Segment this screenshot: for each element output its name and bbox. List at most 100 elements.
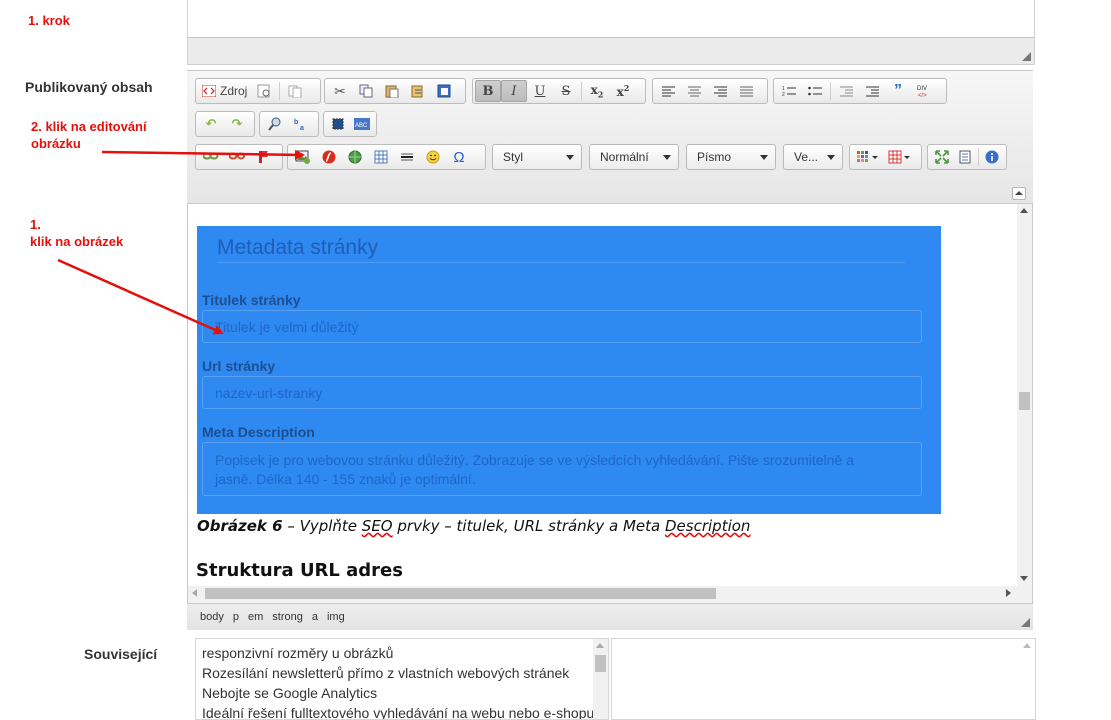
paste-text-button[interactable]	[405, 80, 431, 102]
list-item[interactable]: Nebojte se Google Analytics	[196, 683, 594, 703]
superscript-button[interactable]: x2	[610, 80, 636, 102]
source-button[interactable]: Zdroj	[198, 80, 251, 102]
about-button[interactable]	[981, 146, 1004, 168]
underline-button[interactable]: U	[527, 80, 553, 102]
field2-box: nazev-url-stranky	[202, 376, 922, 409]
vertical-scrollbar[interactable]	[1017, 204, 1032, 586]
format-combo[interactable]: Normální	[589, 144, 679, 170]
toolbar-collapse-button[interactable]	[1012, 187, 1026, 200]
field2-label: Url stránky	[202, 358, 276, 374]
paste-text-icon	[411, 85, 423, 98]
scroll-down-icon[interactable]	[1020, 576, 1028, 581]
text-color-button[interactable]	[852, 146, 884, 168]
spellcheck-button[interactable]: ABC	[350, 113, 374, 135]
cut-button[interactable]: ✂	[327, 80, 353, 102]
caption-text-a: – Vyplňte	[282, 517, 362, 535]
undo-button[interactable]: ↶	[198, 113, 224, 135]
related-scroll-thumb[interactable]	[595, 655, 606, 672]
numbered-list-button[interactable]: 12	[776, 80, 802, 102]
horizontal-rule-icon	[401, 153, 413, 161]
align-right-button[interactable]	[707, 80, 733, 102]
redo-button[interactable]: ↷	[224, 113, 250, 135]
align-justify-button[interactable]	[733, 80, 759, 102]
italic-button[interactable]: I	[501, 80, 527, 102]
previous-editor-area[interactable]	[187, 0, 1035, 38]
chevron-down-icon	[663, 155, 671, 160]
special-char-button[interactable]: Ω	[446, 146, 472, 168]
path-item[interactable]: em	[248, 611, 263, 623]
numbered-list-icon: 12	[782, 86, 796, 97]
path-item[interactable]: strong	[272, 611, 303, 623]
horizontal-scrollbar[interactable]	[188, 586, 1017, 601]
link-button[interactable]	[198, 146, 224, 168]
templates-button[interactable]	[282, 80, 308, 102]
path-item[interactable]: p	[233, 611, 239, 623]
blockquote-button[interactable]: ”	[885, 80, 911, 102]
replace-button[interactable]: ba	[288, 113, 314, 135]
maximize-button[interactable]	[930, 146, 953, 168]
table-menu-button[interactable]	[884, 146, 916, 168]
font-combo[interactable]: Písmo	[686, 144, 776, 170]
anchor-button[interactable]	[250, 146, 276, 168]
align-left-button[interactable]	[655, 80, 681, 102]
superscript-icon: x2	[616, 83, 630, 99]
list-item[interactable]: Ideální řešení fulltextového vyhledávání…	[196, 703, 594, 719]
field3-label: Meta Description	[202, 424, 315, 440]
path-item[interactable]: a	[312, 611, 318, 623]
align-center-icon	[687, 86, 701, 96]
vertical-scroll-thumb[interactable]	[1019, 392, 1030, 410]
scroll-up-icon[interactable]	[1020, 208, 1028, 213]
find-icon	[268, 117, 281, 131]
align-center-button[interactable]	[681, 80, 707, 102]
unlink-button[interactable]	[224, 146, 250, 168]
bulleted-list-button[interactable]	[802, 80, 828, 102]
image-meta-title: Metadata stránky	[217, 236, 379, 259]
paste-word-button[interactable]	[431, 80, 457, 102]
related-articles-list[interactable]: responzivní rozměry u obrázků Rozesílání…	[195, 638, 594, 720]
table-button[interactable]	[368, 146, 394, 168]
preview-button[interactable]	[251, 80, 277, 102]
list-item[interactable]: Rozesílání newsletterů přímo z vlastních…	[196, 663, 594, 683]
scroll-left-icon[interactable]	[192, 589, 197, 597]
horizontal-rule-button[interactable]	[394, 146, 420, 168]
selected-image[interactable]: Metadata stránky Titulek stránky Titulek…	[197, 226, 941, 514]
bold-button[interactable]: B	[475, 80, 501, 102]
title-divider	[217, 262, 905, 263]
copy-button[interactable]	[353, 80, 379, 102]
scroll-right-icon[interactable]	[1006, 589, 1011, 597]
toolbar-group-lists: 12 ” DIV </>	[773, 78, 947, 104]
show-blocks-button[interactable]	[953, 146, 976, 168]
scroll-up-icon[interactable]	[596, 643, 604, 648]
image-caption: Obrázek 6 – Vyplňte SEO prvky – titulek,…	[197, 517, 750, 535]
font-combo-value: Písmo	[697, 150, 732, 164]
subscript-button[interactable]: x2	[584, 80, 610, 102]
font-size-combo[interactable]: Ve...	[783, 144, 843, 170]
field3-line2: jasně. Délka 140 - 155 znaků je optimáln…	[215, 471, 476, 487]
div-container-button[interactable]: DIV </>	[911, 80, 937, 102]
indent-button[interactable]	[859, 80, 885, 102]
annotation-step2-line1: 2. klik na editování	[31, 119, 147, 134]
unlink-icon	[229, 152, 245, 160]
outdent-button[interactable]	[833, 80, 859, 102]
path-item[interactable]: body	[200, 611, 224, 623]
omega-icon: Ω	[453, 148, 465, 166]
find-button[interactable]	[262, 113, 288, 135]
path-item[interactable]: img	[327, 611, 345, 623]
image-button[interactable]	[290, 146, 316, 168]
list-item[interactable]: responzivní rozměry u obrázků	[196, 643, 594, 663]
scroll-up-icon[interactable]	[1023, 643, 1031, 648]
horizontal-scroll-thumb[interactable]	[205, 588, 716, 599]
source-label: Zdroj	[220, 84, 248, 98]
resize-handle-icon[interactable]	[1020, 617, 1030, 627]
svg-text:b: b	[294, 119, 298, 126]
smiley-button[interactable]	[420, 146, 446, 168]
related-list-scrollbar[interactable]	[593, 638, 609, 720]
paste-button[interactable]	[379, 80, 405, 102]
iframe-button[interactable]	[342, 146, 368, 168]
resize-handle-icon[interactable]	[1021, 51, 1031, 61]
flash-button[interactable]	[316, 146, 342, 168]
style-combo[interactable]: Styl	[492, 144, 582, 170]
select-all-button[interactable]	[326, 113, 350, 135]
strike-button[interactable]: S	[553, 80, 579, 102]
selected-related-list[interactable]	[611, 638, 1036, 720]
